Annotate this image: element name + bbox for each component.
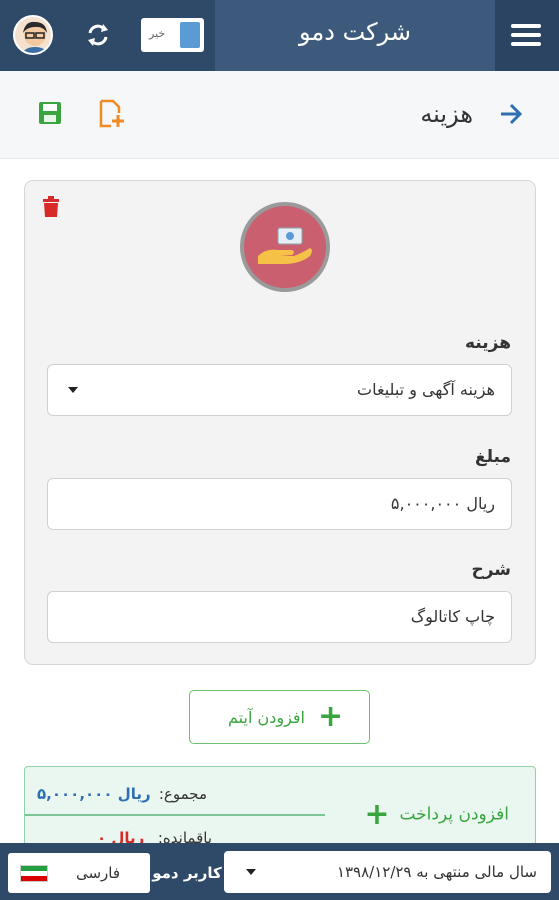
page-title: هزینه: [420, 100, 473, 128]
save-icon[interactable]: [38, 101, 62, 125]
arrow-right-icon[interactable]: [498, 102, 524, 126]
language-select[interactable]: فارسی: [8, 853, 150, 893]
sync-icon[interactable]: [83, 20, 113, 50]
total-label: مجموع:: [158, 785, 207, 803]
chevron-down-icon: [246, 869, 256, 875]
app-title: شرکت دمو: [299, 18, 411, 46]
chevron-down-icon: [68, 387, 78, 393]
toggle-switch[interactable]: خیر: [141, 18, 204, 52]
hamburger-menu-icon[interactable]: [511, 24, 541, 46]
toggle-knob: [180, 22, 200, 48]
fiscal-year-label: سال مالی منتهی به ۱۳۹۸/۱۲/۲۹: [336, 863, 537, 881]
expense-label: هزینه: [465, 333, 511, 353]
plus-icon: +: [364, 797, 390, 832]
add-item-button[interactable]: + افزودن آیتم: [189, 690, 370, 744]
expense-select-value: هزینه آگهی و تبلیغات: [357, 380, 495, 399]
expense-select[interactable]: هزینه آگهی و تبلیغات: [47, 364, 512, 416]
description-value: چاپ کاتالوگ: [410, 607, 495, 626]
expense-payment-icon: [240, 202, 330, 292]
toggle-label: خیر: [149, 27, 166, 40]
amount-label: مبلغ: [474, 447, 511, 467]
amount-value: ریال ۵,۰۰۰,۰۰۰: [390, 494, 495, 513]
iran-flag-icon: [20, 865, 48, 882]
new-document-icon[interactable]: [98, 99, 126, 129]
sub-header: [0, 71, 559, 159]
summary-divider: [25, 814, 325, 816]
avatar[interactable]: [13, 15, 53, 55]
total-value: ریال ۵,۰۰۰,۰۰۰: [37, 785, 151, 803]
user-name: کاربر دمو: [152, 864, 222, 882]
language-label: فارسی: [75, 864, 120, 882]
add-payment-label: افزودن پرداخت: [399, 804, 509, 825]
plus-icon: +: [318, 699, 344, 734]
fiscal-year-select[interactable]: سال مالی منتهی به ۱۳۹۸/۱۲/۲۹: [224, 851, 551, 893]
add-payment-button[interactable]: افزودن پرداخت +: [364, 797, 509, 832]
add-item-label: افزودن آیتم: [228, 708, 305, 727]
trash-icon[interactable]: [41, 196, 61, 218]
description-field[interactable]: چاپ کاتالوگ: [47, 591, 512, 643]
amount-field[interactable]: ریال ۵,۰۰۰,۰۰۰: [47, 478, 512, 530]
description-label: شرح: [471, 560, 511, 580]
